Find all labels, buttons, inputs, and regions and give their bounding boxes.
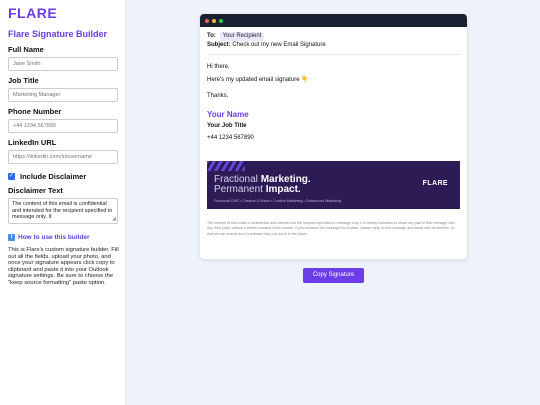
include-disclaimer-checkbox[interactable]: ✓ [8, 172, 15, 180]
builder-title: Flare Signature Builder [8, 29, 108, 39]
greeting: Hi there, [207, 64, 230, 70]
email-preview: To: Your Recipient Subject: Check out my… [200, 14, 467, 259]
job-title-input[interactable] [8, 88, 118, 102]
resize-grip-icon[interactable]: ◢ [112, 217, 116, 222]
full-name-input[interactable] [8, 57, 118, 71]
copy-signature-button[interactable]: Copy Signature [303, 268, 364, 283]
banner-tags: Fractional CMO • Creative & Brand • Cont… [214, 199, 342, 203]
banner-flare-logo: FLARE [422, 180, 448, 187]
recipient-chip: Your Recipient [219, 32, 265, 41]
disclaimer-text-label: Disclaimer Text [8, 186, 63, 195]
disclaimer-textarea-value: The content of this email is confidentia… [12, 201, 113, 220]
linkedin-label: LinkedIn URL [8, 138, 57, 147]
signature-name: Your Name [207, 110, 249, 119]
email-disclaimer: The content of this email is confidentia… [207, 221, 455, 236]
info-icon: i [8, 233, 15, 241]
howto-row[interactable]: i How to use this builder [8, 232, 117, 242]
signature-phone: +44 1234 567890 [207, 135, 254, 141]
subject-label: Subject: [207, 42, 231, 48]
flare-logo: FLARE [8, 5, 58, 21]
subject-row: Subject: Check out my new Email Signatur… [207, 41, 460, 50]
banner-headline-2: Permanent Impact. [214, 184, 301, 195]
disclaimer-textarea[interactable]: The content of this email is confidentia… [8, 198, 118, 224]
phone-label: Phone Number [8, 107, 62, 116]
maximize-dot-icon [219, 18, 223, 23]
thanks: Thanks, [207, 93, 229, 99]
email-body: Hi there, Here's my updated email signat… [200, 55, 467, 142]
phone-input[interactable] [8, 119, 118, 133]
include-disclaimer-label: Include Disclaimer [20, 171, 87, 181]
banner-stripes [207, 161, 245, 171]
minimize-dot-icon [212, 18, 216, 23]
to-row: To: Your Recipient [207, 32, 460, 41]
signature-banner: Fractional Marketing. Permanent Impact. … [207, 161, 460, 209]
sidebar: FLARE Flare Signature Builder Full Name … [0, 0, 126, 405]
close-dot-icon [205, 18, 209, 23]
message: Here's my updated email signature 👇 [207, 77, 309, 83]
linkedin-input[interactable] [8, 150, 118, 164]
email-headers: To: Your Recipient Subject: Check out my… [200, 27, 467, 50]
to-label: To: [207, 33, 216, 39]
job-title-label: Job Title [8, 76, 39, 85]
window-titlebar [200, 14, 467, 27]
howto-link[interactable]: How to use this builder [18, 234, 90, 241]
signature-title: Your Job Title [207, 123, 247, 129]
subject-value: Check out my new Email Signature [232, 42, 326, 48]
include-disclaimer-row[interactable]: ✓ Include Disclaimer [8, 171, 117, 181]
help-text: This is Flare's custom signature builder… [8, 247, 119, 286]
full-name-label: Full Name [8, 45, 44, 54]
